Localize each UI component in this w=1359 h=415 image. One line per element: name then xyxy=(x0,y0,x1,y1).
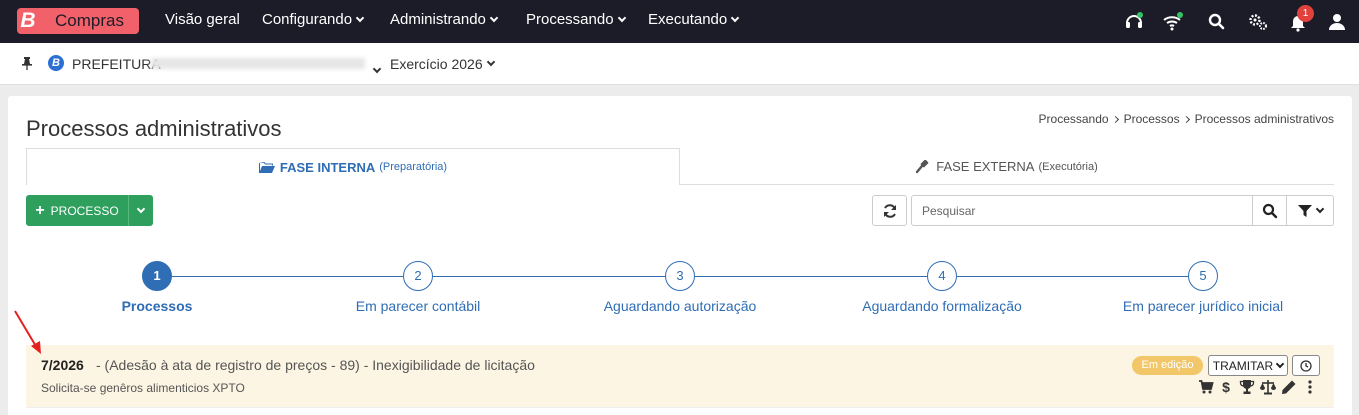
chevron-down-icon xyxy=(355,13,365,22)
headset-icon[interactable] xyxy=(1124,12,1144,32)
nav-processando[interactable]: Processando xyxy=(526,11,626,28)
breadcrumb-item-current: Processos administrativos xyxy=(1194,112,1334,126)
step-4-circle[interactable]: 4 xyxy=(927,261,957,291)
process-description: - (Adesão à ata de registro de preços - … xyxy=(96,357,535,373)
breadcrumb-item[interactable]: Processando xyxy=(1039,112,1109,126)
process-number[interactable]: 7/2026 xyxy=(41,357,84,373)
pin-icon[interactable] xyxy=(21,57,33,70)
balance-scale-icon[interactable] xyxy=(1260,379,1276,395)
org-name-redacted xyxy=(151,58,365,69)
step-3-label[interactable]: Aguardando autorização xyxy=(604,298,757,314)
chevron-down-icon xyxy=(489,13,499,22)
nav-visao-geral[interactable]: Visão geral xyxy=(165,11,240,28)
chevron-down-icon xyxy=(730,13,740,22)
search-input[interactable] xyxy=(911,195,1253,226)
logo-text: Compras xyxy=(55,11,124,30)
breadcrumb-item[interactable]: Processos xyxy=(1124,112,1180,126)
step-2-circle[interactable]: 2 xyxy=(403,261,433,291)
refresh-icon xyxy=(883,203,896,218)
org-selector-chevron[interactable] xyxy=(369,59,382,77)
status-badge: Em edição xyxy=(1132,356,1203,375)
gavel-icon xyxy=(916,159,929,173)
step-connector xyxy=(695,276,927,277)
trophy-icon[interactable] xyxy=(1239,379,1255,395)
tab-sublabel: (Executória) xyxy=(1038,160,1098,173)
search-icon[interactable] xyxy=(1207,12,1227,32)
step-connector xyxy=(172,276,403,277)
step-1-circle[interactable]: 1 xyxy=(142,261,172,291)
search-button[interactable] xyxy=(1252,195,1287,226)
step-2-label[interactable]: Em parecer contábil xyxy=(356,298,481,314)
chevron-down-icon xyxy=(486,57,495,67)
step-5-circle[interactable]: 5 xyxy=(1188,261,1218,291)
tab-fase-interna[interactable]: FASE INTERNA (Preparatória) xyxy=(26,148,680,185)
annotation-arrow xyxy=(14,310,41,354)
search-icon xyxy=(1262,203,1277,218)
cart-icon[interactable] xyxy=(1198,379,1214,395)
step-connector xyxy=(433,276,665,277)
chevron-down-icon xyxy=(372,64,382,74)
nav-executando[interactable]: Executando xyxy=(648,11,740,28)
step-3-circle[interactable]: 3 xyxy=(665,261,695,291)
plus-icon: + xyxy=(35,201,45,219)
new-process-dropdown-button[interactable] xyxy=(128,195,153,226)
app-logo[interactable]: B Compras xyxy=(17,8,139,34)
chevron-down-icon xyxy=(136,204,146,213)
tab-sublabel: (Preparatória) xyxy=(379,161,448,173)
chevron-right-icon xyxy=(1182,115,1190,123)
org-logo-icon: B xyxy=(48,55,64,71)
chevron-down-icon xyxy=(1315,204,1324,213)
breadcrumb: Processando Processos Processos administ… xyxy=(1039,112,1334,126)
history-button[interactable] xyxy=(1292,355,1320,376)
logo-letter: B xyxy=(20,9,36,32)
nav-configurando[interactable]: Configurando xyxy=(262,11,365,28)
tramitar-button[interactable]: TRAMITAR xyxy=(1208,355,1288,376)
settings-icon[interactable] xyxy=(1248,12,1268,32)
tab-label: FASE INTERNA xyxy=(279,159,376,175)
dollar-icon[interactable]: $ xyxy=(1218,379,1234,395)
clock-icon xyxy=(1300,359,1312,372)
exercise-selector[interactable]: Exercício 2026 xyxy=(390,56,495,72)
refresh-button[interactable] xyxy=(872,195,907,226)
step-1-label[interactable]: Processos xyxy=(122,298,193,314)
chevron-right-icon xyxy=(1111,115,1119,123)
top-navbar: B Compras Visão geral Configurando Admin… xyxy=(0,0,1359,43)
nav-administrando[interactable]: Administrando xyxy=(390,11,499,28)
page-title: Processos administrativos xyxy=(26,116,282,141)
filter-icon xyxy=(1297,204,1312,217)
chevron-down-icon xyxy=(1275,359,1285,368)
org-name[interactable]: PREFEITURA xyxy=(72,56,161,72)
step-4-label[interactable]: Aguardando formalização xyxy=(862,298,1022,314)
process-subtitle: Solicita-se genêros alimenticios XPTO xyxy=(41,381,245,395)
user-icon[interactable] xyxy=(1327,12,1347,32)
filter-button[interactable] xyxy=(1286,195,1334,226)
notification-count-badge: 1 xyxy=(1297,5,1314,22)
folder-open-icon xyxy=(258,161,275,173)
chevron-down-icon xyxy=(617,13,626,22)
tab-label: FASE EXTERNA xyxy=(936,159,1035,174)
tab-fase-externa[interactable]: FASE EXTERNA (Executória) xyxy=(680,148,1334,185)
more-vertical-icon[interactable] xyxy=(1302,379,1318,395)
step-connector xyxy=(957,276,1188,277)
new-process-button[interactable]: + PROCESSO xyxy=(26,195,128,226)
process-row[interactable] xyxy=(26,345,1334,408)
step-5-label[interactable]: Em parecer jurídico inicial xyxy=(1123,298,1283,314)
pencil-icon[interactable] xyxy=(1281,379,1297,395)
wifi-icon[interactable] xyxy=(1163,12,1183,32)
